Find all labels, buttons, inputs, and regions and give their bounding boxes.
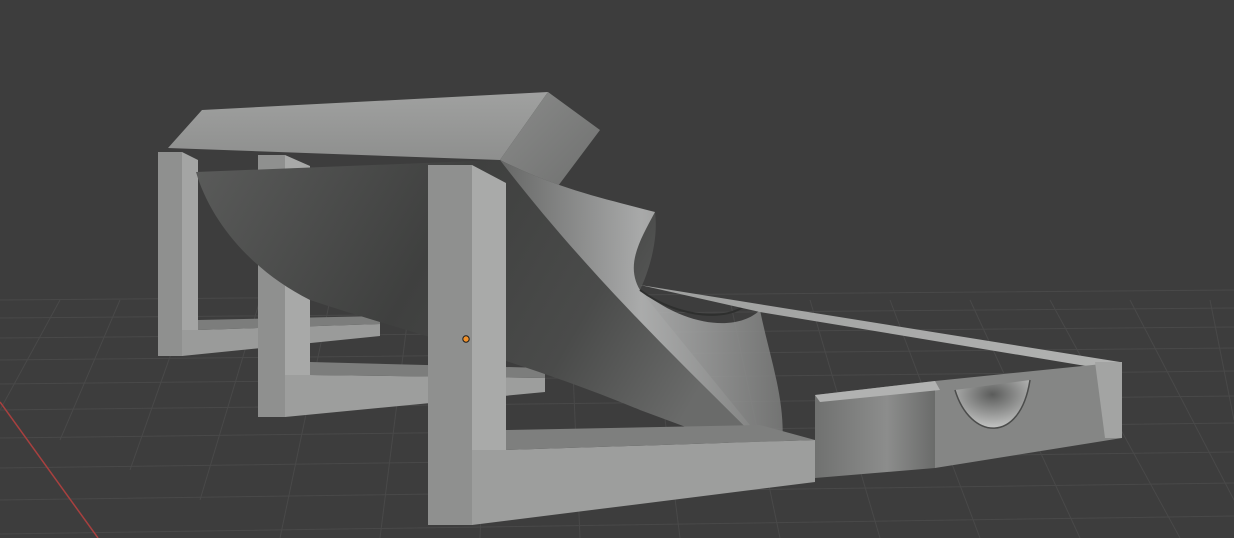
- object-origin[interactable]: [462, 335, 470, 343]
- 3d-viewport[interactable]: [0, 0, 1234, 538]
- x-axis-line: [0, 401, 99, 538]
- viewport-canvas[interactable]: [0, 0, 1234, 538]
